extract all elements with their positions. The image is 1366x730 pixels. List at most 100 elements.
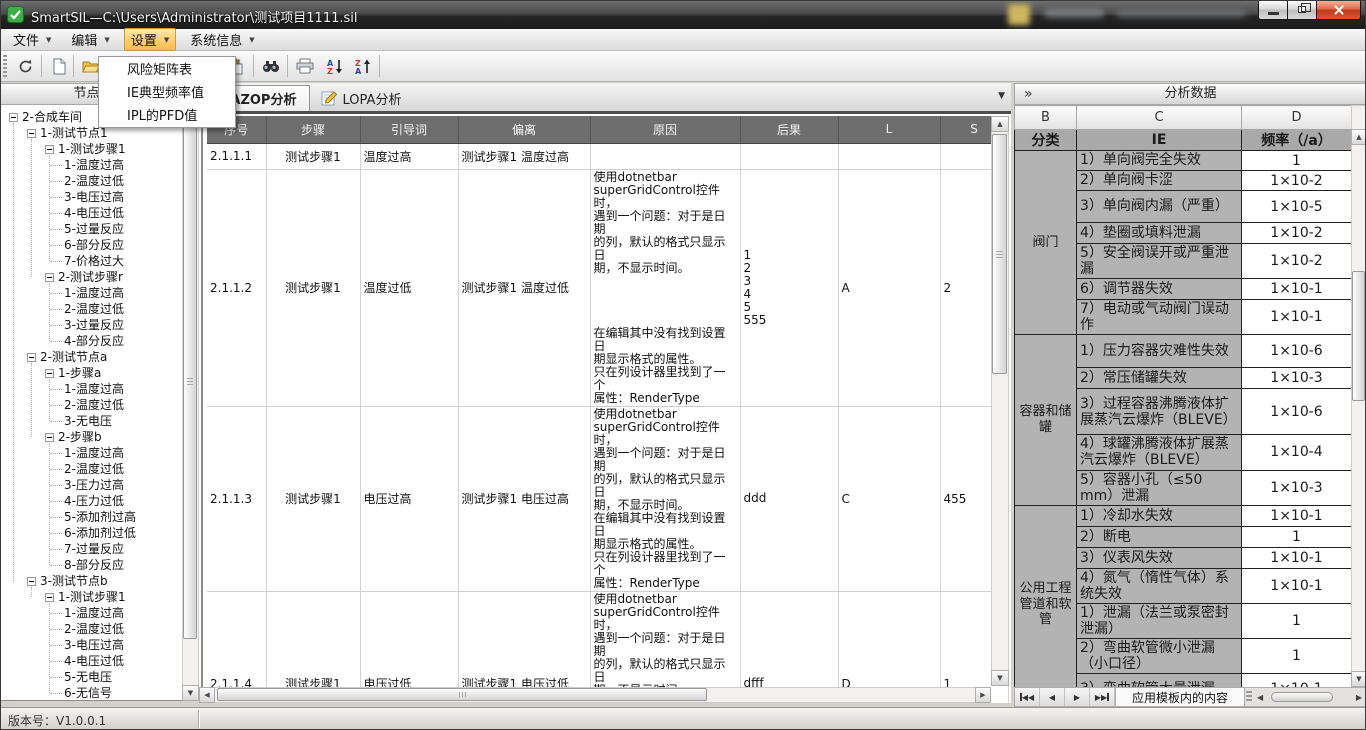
- collapse-minus-icon[interactable]: [9, 113, 18, 122]
- tree-item[interactable]: 2-测试节点a: [1, 349, 198, 365]
- tree-item[interactable]: 4-部分反应: [1, 333, 198, 349]
- menu-system-info[interactable]: 系统信息▼: [184, 29, 260, 50]
- tree-item[interactable]: 6-添加剂过低: [1, 525, 198, 541]
- collapse-minus-icon[interactable]: [27, 353, 36, 362]
- tab-lopa[interactable]: LOPA分析: [313, 85, 409, 111]
- tree-item[interactable]: 2-温度过低: [1, 397, 198, 413]
- collapse-minus-icon[interactable]: [45, 273, 54, 282]
- close-button[interactable]: [1316, 1, 1361, 20]
- col-l[interactable]: L: [838, 116, 940, 143]
- sheet-hscrollbar-thumb[interactable]: [1271, 692, 1333, 702]
- find-icon[interactable]: [259, 54, 283, 78]
- tree-item[interactable]: 3-电压过高: [1, 189, 198, 205]
- tree-item[interactable]: 2-温度过低: [1, 461, 198, 477]
- sheet-scroll-right-icon[interactable]: ▶: [1356, 693, 1362, 702]
- nav-first-icon[interactable]: ◀◀: [1015, 688, 1040, 706]
- tree-item[interactable]: 1-温度过高: [1, 157, 198, 173]
- refresh-icon[interactable]: [13, 54, 37, 78]
- menu-settings[interactable]: 设置▼: [124, 28, 176, 51]
- tree-item[interactable]: 1-温度过高: [1, 445, 198, 461]
- sort-desc-icon[interactable]: ZA: [351, 54, 375, 78]
- menu-item-risk-matrix[interactable]: 风险矩阵表: [99, 59, 235, 82]
- col-letter-d[interactable]: D: [1242, 106, 1352, 130]
- sheet-scroll-up-icon[interactable]: ▲: [1351, 129, 1366, 145]
- tree-item[interactable]: 1-测试步骤1: [1, 589, 198, 605]
- col-consequence[interactable]: 后果: [740, 116, 838, 143]
- col-step[interactable]: 步骤: [266, 116, 360, 143]
- grid-vscrollbar-thumb[interactable]: [992, 134, 1007, 374]
- new-file-icon[interactable]: [47, 54, 71, 78]
- menu-item-ie-typical-frequency[interactable]: IE典型频率值: [99, 82, 235, 105]
- print-icon[interactable]: [293, 54, 317, 78]
- tree-item[interactable]: 3-无电压: [1, 413, 198, 429]
- sheet-scroll-down-icon[interactable]: ▼: [1351, 671, 1366, 687]
- col-cause[interactable]: 原因: [590, 116, 740, 143]
- minimize-button[interactable]: [1258, 1, 1288, 20]
- ie-row[interactable]: 公用工程管道和软管1）冷却水失效1×10-1: [1015, 505, 1352, 526]
- tree-item[interactable]: 7-过量反应: [1, 541, 198, 557]
- toolbar-grip[interactable]: [3, 55, 7, 78]
- tree-item[interactable]: 2-温度过低: [1, 301, 198, 317]
- collapse-minus-icon[interactable]: [45, 369, 54, 378]
- tree-item[interactable]: 1-测试步骤1: [1, 141, 198, 157]
- tree-item[interactable]: 5-无电压: [1, 669, 198, 685]
- grid-scroll-down-icon[interactable]: ▼: [991, 670, 1009, 686]
- ie-row[interactable]: 容器和储罐1）压力容器灾难性失效1×10-6: [1015, 335, 1352, 368]
- tree-item[interactable]: 2-温度过低: [1, 621, 198, 637]
- collapse-minus-icon[interactable]: [45, 145, 54, 154]
- grid-scroll-left-icon[interactable]: ◀: [199, 687, 215, 703]
- nav-splitter[interactable]: [1246, 691, 1252, 703]
- col-letter-c[interactable]: C: [1077, 106, 1242, 130]
- nav-last-icon[interactable]: ▶▶: [1090, 688, 1115, 706]
- collapse-minus-icon[interactable]: [45, 433, 54, 442]
- tree-item[interactable]: 1-温度过高: [1, 381, 198, 397]
- tree-item[interactable]: 5-添加剂过高: [1, 509, 198, 525]
- sheet-vscrollbar-thumb[interactable]: [1352, 271, 1365, 401]
- nav-next-icon[interactable]: ▶: [1065, 688, 1090, 706]
- tab-overflow-icon[interactable]: ▼: [998, 91, 1005, 101]
- tree-item[interactable]: 5-过量反应: [1, 221, 198, 237]
- col-deviation[interactable]: 偏离: [458, 116, 590, 143]
- grid-row[interactable]: 2.1.1.3测试步骤1电压过高测试步骤1 电压过高使用dotnetbar su…: [207, 406, 1008, 591]
- menu-edit[interactable]: 编辑▼: [65, 29, 115, 50]
- tree-item[interactable]: 3-电压过高: [1, 637, 198, 653]
- tree-item[interactable]: 2-步骤b: [1, 429, 198, 445]
- tree-item[interactable]: 2-温度过低: [1, 173, 198, 189]
- grid-row[interactable]: 2.1.1.1测试步骤1温度过高测试步骤1 温度过高: [207, 143, 1008, 169]
- tree-item[interactable]: 6-部分反应: [1, 237, 198, 253]
- collapse-minus-icon[interactable]: [27, 129, 36, 138]
- ie-row[interactable]: 阀门1）单向阀完全失效1: [1015, 151, 1352, 171]
- collapse-panel-icon[interactable]: »: [1024, 84, 1033, 104]
- menu-file[interactable]: 文件▼: [7, 29, 57, 50]
- tree-item[interactable]: 2-测试步骤r: [1, 269, 198, 285]
- grid-scroll-up-icon[interactable]: ▲: [991, 116, 1009, 132]
- tree-item[interactable]: 4-压力过低: [1, 493, 198, 509]
- collapse-minus-icon[interactable]: [27, 577, 36, 586]
- tree-item[interactable]: 4-电压过低: [1, 205, 198, 221]
- menu-item-ipl-pfd[interactable]: IPL的PFD值: [99, 105, 235, 128]
- sheet-hscrollbar[interactable]: ◀ ▶: [1253, 688, 1366, 706]
- tree-item[interactable]: 3-测试节点b: [1, 573, 198, 589]
- tree-item[interactable]: 3-过量反应: [1, 317, 198, 333]
- tree-item[interactable]: 6-无信号: [1, 685, 198, 701]
- tree-item[interactable]: 1-温度过高: [1, 605, 198, 621]
- collapse-minus-icon[interactable]: [45, 593, 54, 602]
- sort-asc-icon[interactable]: AZ: [323, 54, 347, 78]
- tree-branch-icon: [50, 309, 62, 310]
- tree-item[interactable]: 1-温度过高: [1, 285, 198, 301]
- tree-item[interactable]: 8-部分反应: [1, 557, 198, 573]
- sheet-scroll-left-icon[interactable]: ◀: [1257, 693, 1263, 702]
- col-guideword[interactable]: 引导词: [360, 116, 458, 143]
- tree-item[interactable]: 3-压力过高: [1, 477, 198, 493]
- restore-button[interactable]: [1287, 1, 1317, 20]
- tree-item[interactable]: 1-步骤a: [1, 365, 198, 381]
- grid-row[interactable]: 2.1.1.2测试步骤1温度过低测试步骤1 温度过低使用dotnetbar su…: [207, 169, 1008, 406]
- tree-item[interactable]: 7-价格过大: [1, 253, 198, 269]
- sheet-tab-template-content[interactable]: 应用模板内的内容: [1115, 688, 1245, 706]
- template-sheet: B C D 分类 IE 频率（/a） 阀门1）单向阀完全失效12）单向阀卡涩1×…: [1014, 105, 1366, 687]
- tree-item[interactable]: 4-电压过低: [1, 653, 198, 669]
- col-letter-b[interactable]: B: [1015, 106, 1077, 130]
- grid-scroll-right-icon[interactable]: ▶: [975, 687, 991, 703]
- grid-hscrollbar-thumb[interactable]: [217, 688, 707, 701]
- nav-prev-icon[interactable]: ◀: [1040, 688, 1065, 706]
